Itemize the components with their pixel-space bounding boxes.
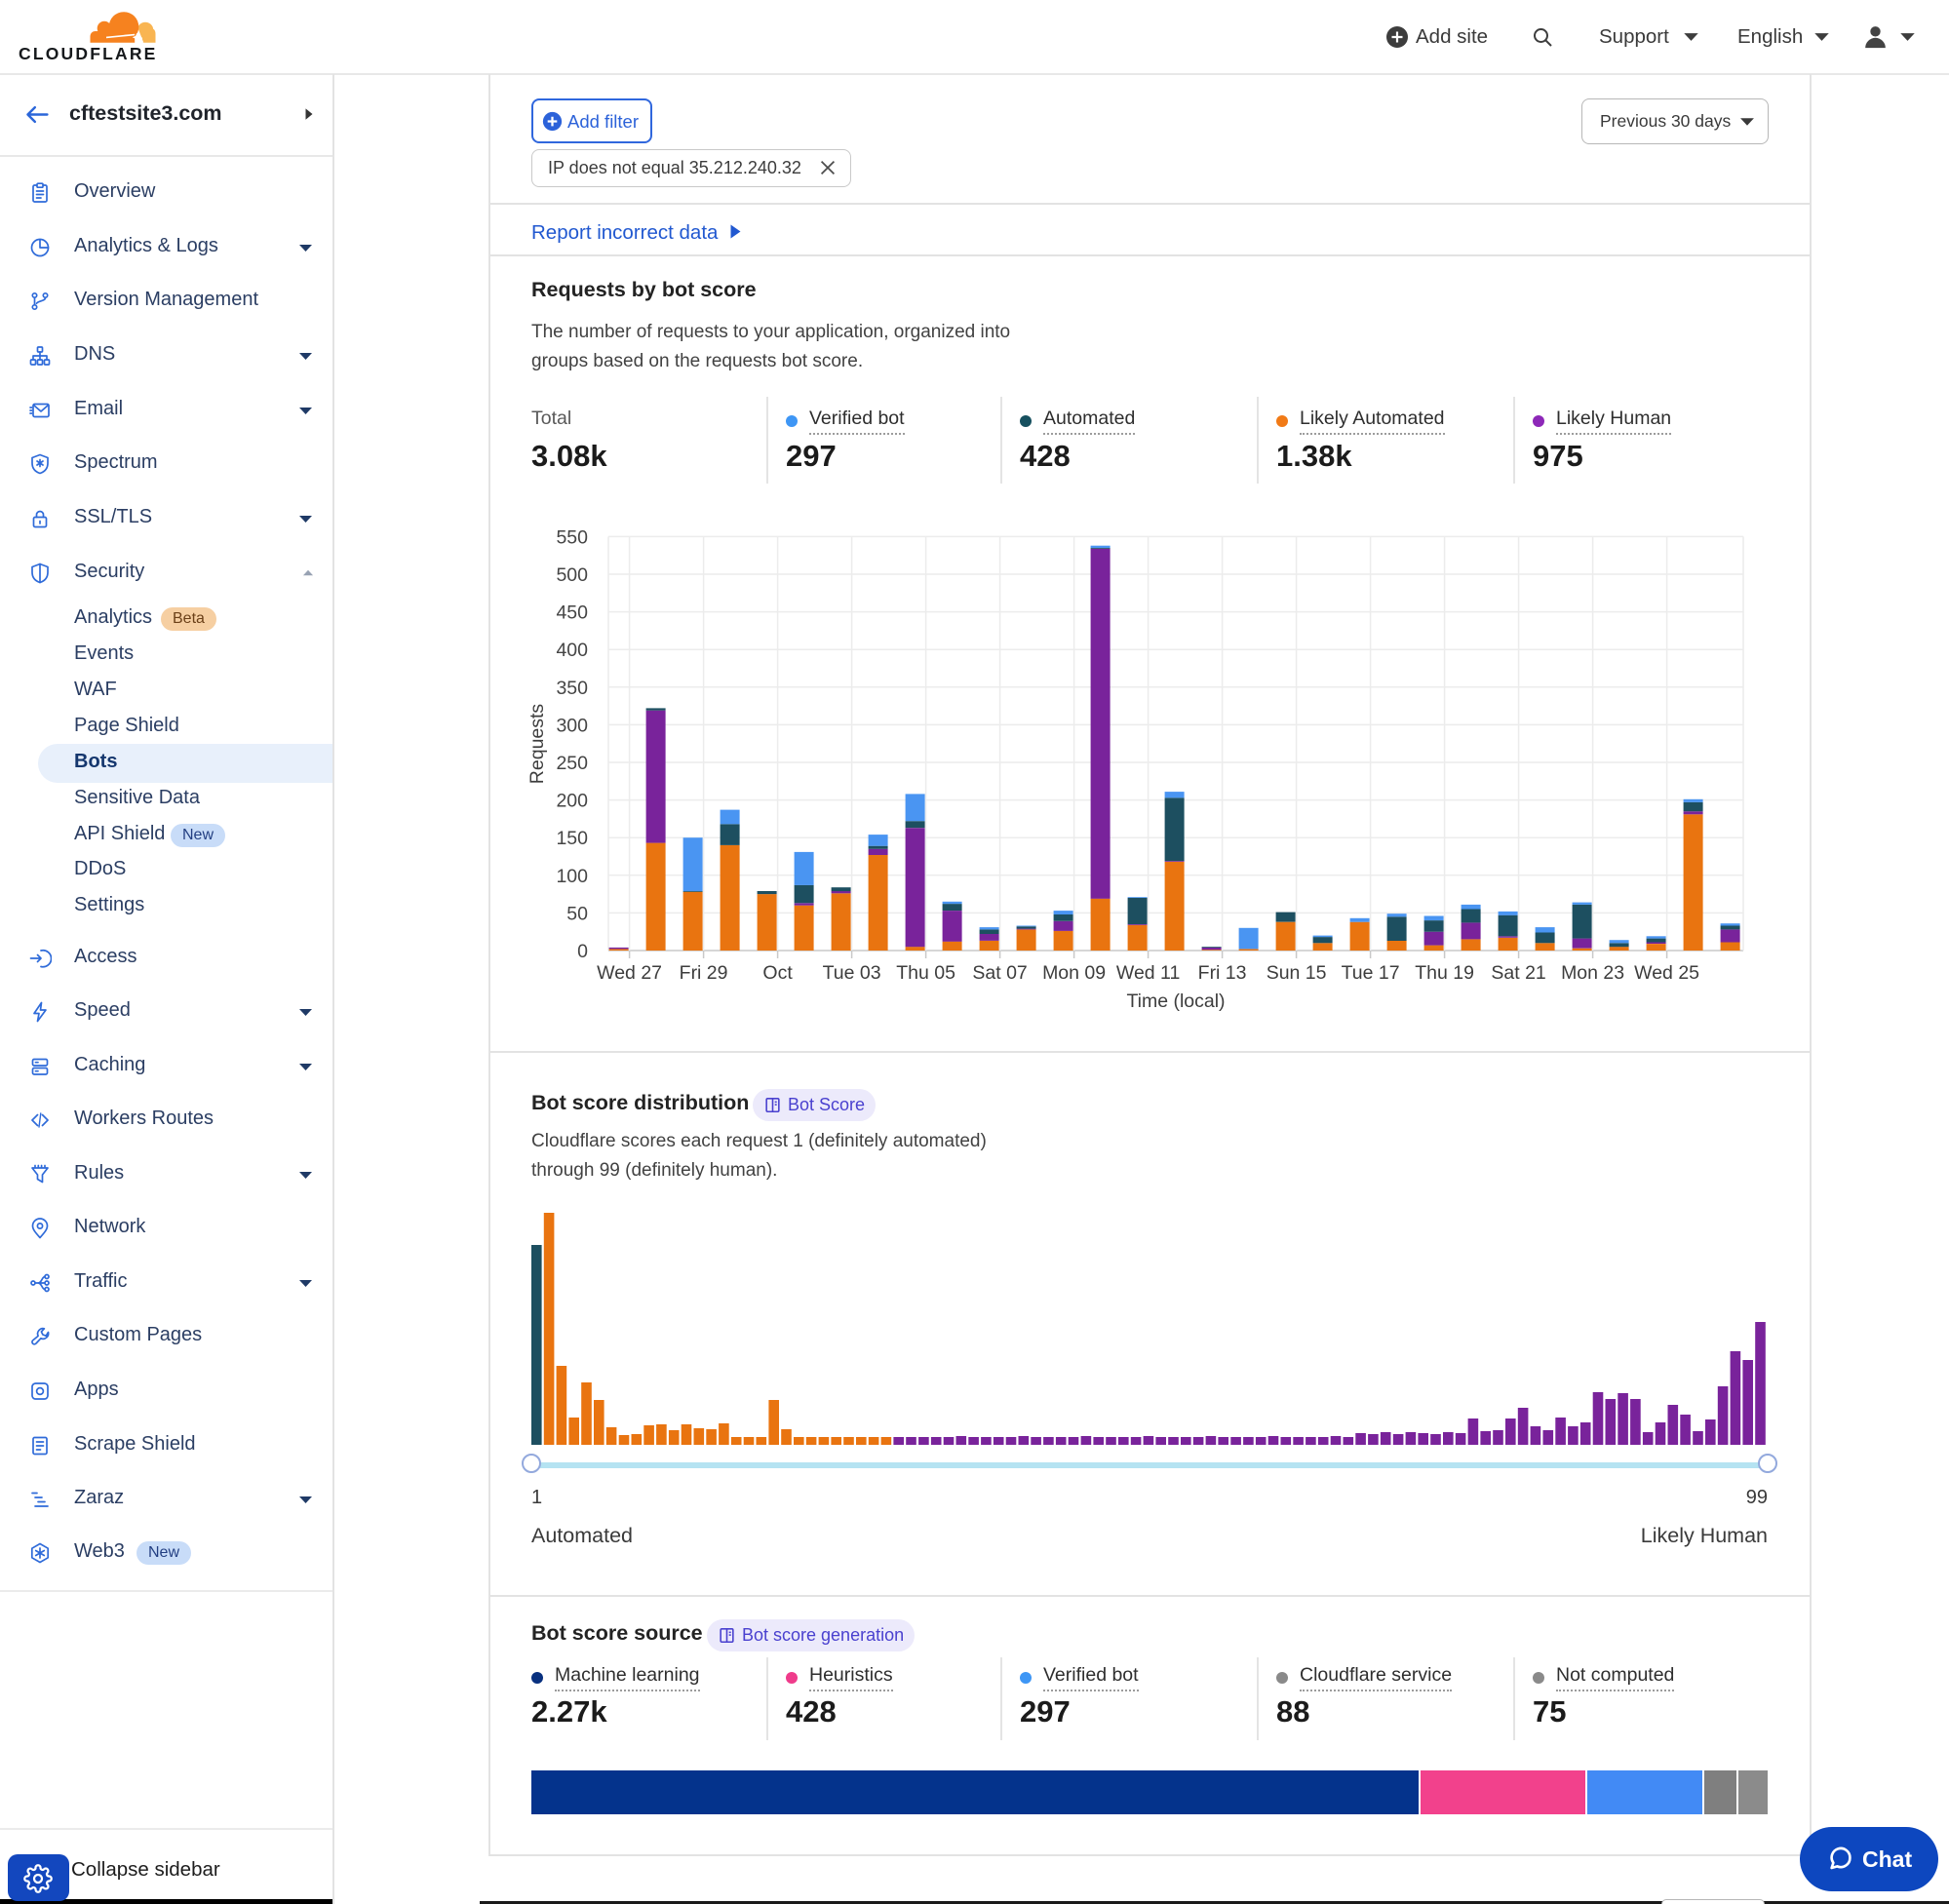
svg-text:Time (local): Time (local): [1126, 991, 1225, 1012]
svg-text:250: 250: [556, 753, 588, 774]
svg-text:Wed 11: Wed 11: [1116, 962, 1180, 984]
svg-text:0: 0: [577, 941, 588, 962]
svg-text:Thu 19: Thu 19: [1415, 962, 1474, 984]
svg-text:Sat 21: Sat 21: [1491, 962, 1545, 984]
svg-text:150: 150: [556, 828, 588, 849]
svg-text:450: 450: [556, 602, 588, 624]
svg-text:300: 300: [556, 715, 588, 736]
svg-text:Fri 29: Fri 29: [680, 962, 728, 984]
svg-text:Tue 17: Tue 17: [1342, 962, 1400, 984]
svg-text:Sun 15: Sun 15: [1267, 962, 1327, 984]
svg-text:Fri 13: Fri 13: [1198, 962, 1247, 984]
svg-text:Tue 03: Tue 03: [823, 962, 881, 984]
svg-text:550: 550: [556, 526, 588, 548]
svg-text:500: 500: [556, 564, 588, 586]
svg-text:50: 50: [566, 903, 588, 924]
svg-text:Oct: Oct: [762, 962, 793, 984]
svg-text:Thu 05: Thu 05: [896, 962, 955, 984]
svg-text:350: 350: [556, 678, 588, 699]
svg-text:Sat 07: Sat 07: [972, 962, 1027, 984]
svg-text:Requests: Requests: [526, 704, 548, 785]
svg-text:400: 400: [556, 640, 588, 661]
svg-text:Mon 23: Mon 23: [1561, 962, 1624, 984]
svg-text:Wed 25: Wed 25: [1634, 962, 1699, 984]
svg-text:100: 100: [556, 866, 588, 887]
svg-text:CLOUDFLARE: CLOUDFLARE: [19, 44, 158, 62]
svg-text:200: 200: [556, 791, 588, 812]
svg-text:Wed 27: Wed 27: [597, 962, 662, 984]
svg-text:Mon 09: Mon 09: [1042, 962, 1106, 984]
